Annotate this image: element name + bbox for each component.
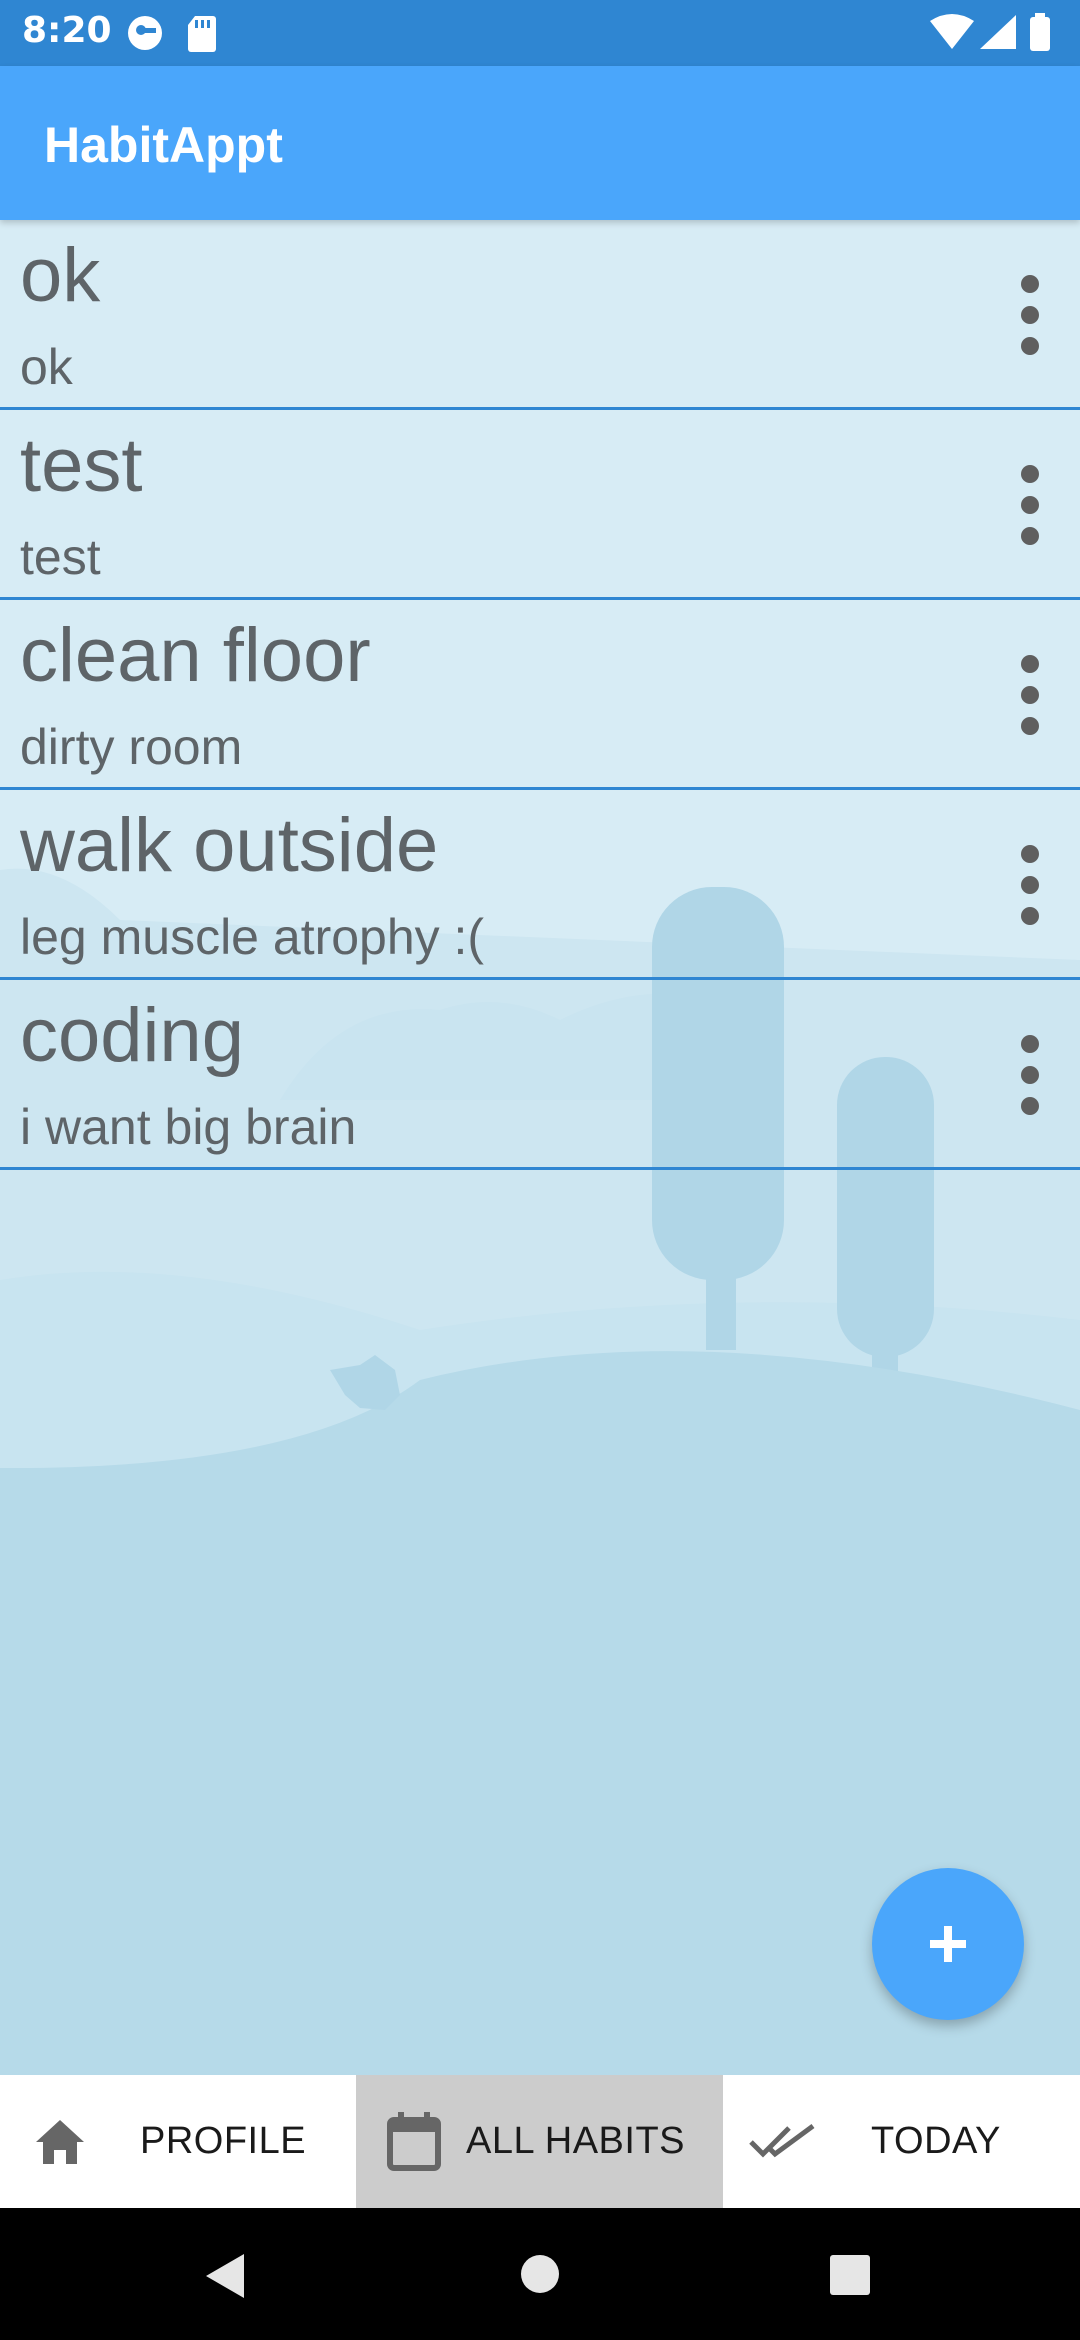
habit-row[interactable]: clean floor dirty room <box>0 600 1080 790</box>
habit-description: i want big brain <box>20 1099 357 1155</box>
habit-row[interactable]: walk outside leg muscle atrophy :( <box>0 790 1080 980</box>
home-circle-icon[interactable] <box>520 2254 560 2294</box>
nav-profile[interactable]: PROFILE <box>0 2075 356 2208</box>
sd-card-icon <box>188 16 216 52</box>
back-icon[interactable] <box>202 2252 246 2300</box>
more-options-icon[interactable] <box>1010 275 1050 355</box>
vpn-key-icon <box>128 16 162 50</box>
nav-label-profile: PROFILE <box>140 2120 307 2162</box>
habit-title: walk outside <box>20 803 439 888</box>
status-right-icons <box>930 13 1050 51</box>
status-left-icons <box>128 16 216 52</box>
habit-description: test <box>20 529 101 585</box>
signal-icon <box>980 15 1016 49</box>
more-options-icon[interactable] <box>1010 845 1050 925</box>
nav-label-today: TODAY <box>871 2120 1001 2162</box>
habit-description: leg muscle atrophy :( <box>20 909 485 965</box>
system-navigation-bar <box>0 2208 1080 2340</box>
app-bar: HabitAppt <box>0 66 1080 220</box>
recents-icon[interactable] <box>830 2255 870 2295</box>
more-options-icon[interactable] <box>1010 1035 1050 1115</box>
habit-list: ok ok test test clean floor dirty room w… <box>0 220 1080 1170</box>
habit-row[interactable]: ok ok <box>0 220 1080 410</box>
plus-icon <box>930 1926 966 1962</box>
habit-row[interactable]: coding i want big brain <box>0 980 1080 1170</box>
double-check-icon <box>749 2123 815 2158</box>
more-options-icon[interactable] <box>1010 465 1050 545</box>
nav-all-habits[interactable]: ALL HABITS <box>356 2075 723 2208</box>
wifi-icon <box>930 14 974 49</box>
habit-description: dirty room <box>20 719 243 775</box>
status-time: 8:20 <box>22 10 112 51</box>
more-options-icon[interactable] <box>1010 655 1050 735</box>
habit-title: test <box>20 423 143 508</box>
habit-list-screen: ok ok test test clean floor dirty room w… <box>0 220 1080 2075</box>
status-bar: 8:20 <box>0 0 1080 66</box>
habit-title: ok <box>20 233 101 318</box>
nav-today[interactable]: TODAY <box>723 2075 1080 2208</box>
habit-description: ok <box>20 339 73 395</box>
battery-icon <box>1030 17 1050 51</box>
habit-title: clean floor <box>20 613 371 698</box>
add-habit-button[interactable] <box>872 1868 1024 2020</box>
nav-label-all-habits: ALL HABITS <box>466 2120 686 2162</box>
app-title: HabitAppt <box>44 117 283 173</box>
habit-title: coding <box>20 993 244 1078</box>
calendar-icon <box>387 2111 441 2171</box>
habit-row[interactable]: test test <box>0 410 1080 600</box>
home-icon <box>36 2119 84 2164</box>
bottom-navigation: PROFILE ALL HABITS TODAY <box>0 2075 1080 2208</box>
